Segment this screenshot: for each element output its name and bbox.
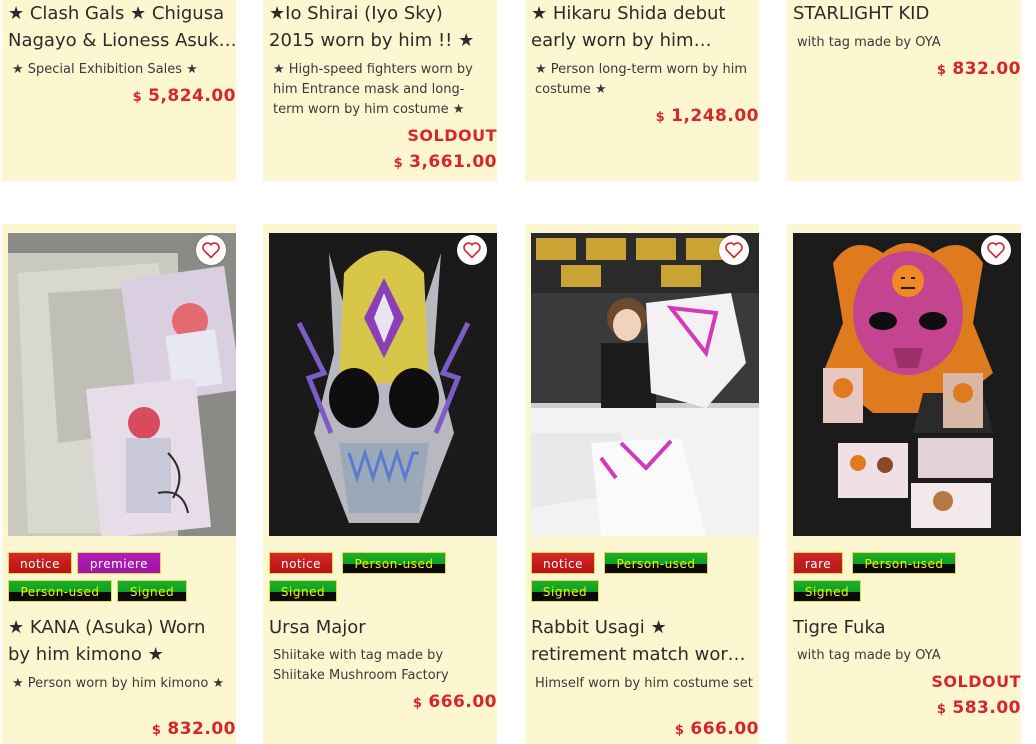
product-price: $583.00 [936, 698, 1021, 718]
tag-notice: notice [531, 552, 595, 574]
tag-person-used: Person-used [852, 552, 956, 574]
product-description: Shiitake with tag made by Shiitake Mushr… [273, 648, 449, 683]
product-card-3[interactable]: ★ Hikaru Shida debut early worn by him C… [525, 0, 759, 181]
product-card-4[interactable]: STARLIGHT KID with tag made by OYA $832.… [787, 0, 1021, 181]
costume-photo [531, 233, 759, 536]
tag-signed: Signed [793, 580, 861, 602]
heart-outline-icon [202, 242, 220, 259]
product-price: $832.00 [936, 59, 1021, 79]
product-card-1[interactable]: ★ Clash Gals ★ Chigusa Nagayo & Lioness … [2, 0, 236, 181]
product-image[interactable] [793, 233, 1021, 536]
tag-signed: Signed [117, 580, 187, 602]
tag-signed: Signed [531, 580, 599, 602]
product-card-rabbit-usagi[interactable]: notice Person-used Signed Rabbit Usagi ★… [525, 224, 759, 744]
tag-notice: notice [8, 552, 72, 574]
tag-signed: Signed [269, 580, 337, 602]
product-description: ★ Person worn by him kimono ★ [12, 676, 225, 691]
product-price: $5,824.00 [132, 86, 236, 106]
heart-outline-icon [463, 242, 481, 259]
product-title[interactable]: Tigre Fuka [793, 614, 1017, 641]
tag-notice: notice [269, 552, 333, 574]
soldout-label: SOLDOUT [931, 672, 1021, 691]
product-price: $666.00 [674, 719, 759, 739]
product-card-2[interactable]: ★Io Shirai (Iyo Sky) 2015 worn by him !!… [263, 0, 497, 181]
product-image[interactable] [269, 233, 497, 536]
product-description: with tag made by OYA [797, 35, 941, 50]
product-card-ursa-major[interactable]: notice Person-used Signed Ursa Major Shi… [263, 224, 497, 744]
product-price: $832.00 [151, 719, 236, 739]
product-description: Himself worn by him costume set [535, 676, 753, 691]
tag-rare: rare [793, 552, 843, 574]
kimono-photo [8, 233, 236, 536]
product-price: $1,248.00 [655, 106, 759, 126]
mask-photo [269, 233, 497, 536]
product-card-kana[interactable]: notice premiere Person-used Signed ★ KAN… [2, 224, 236, 744]
product-description: ★ Special Exhibition Sales ★ [12, 62, 198, 77]
heart-outline-icon [987, 242, 1005, 259]
tag-person-used: Person-used [604, 552, 708, 574]
product-price: $666.00 [412, 692, 497, 712]
favorite-button[interactable] [196, 235, 226, 265]
tag-premiere: premiere [77, 552, 161, 574]
product-title[interactable]: Ursa Major [269, 614, 493, 641]
product-title[interactable]: Rabbit Usagi ★ retirement match worn by … [531, 614, 755, 668]
product-image[interactable] [531, 233, 759, 536]
product-title[interactable]: ★ KANA (Asuka) Worn by him kimono ★ [8, 614, 232, 668]
favorite-button[interactable] [457, 235, 487, 265]
product-description: ★ High-speed fighters worn by him Entran… [273, 62, 473, 117]
product-image[interactable] [8, 233, 236, 536]
tiger-mask-photo [793, 233, 1021, 536]
tag-person-used: Person-used [342, 552, 446, 574]
favorite-button[interactable] [981, 235, 1011, 265]
heart-outline-icon [725, 242, 743, 259]
product-title[interactable]: ★ Clash Gals ★ Chigusa Nagayo & Lioness … [8, 0, 236, 54]
soldout-label: SOLDOUT [407, 126, 497, 145]
product-description: ★ Person long-term worn by him costume ★ [535, 62, 748, 97]
product-title[interactable]: STARLIGHT KID [793, 0, 1017, 27]
favorite-button[interactable] [719, 235, 749, 265]
tag-person-used: Person-used [8, 580, 112, 602]
product-price: $3,661.00 [393, 152, 497, 172]
product-title[interactable]: ★Io Shirai (Iyo Sky) 2015 worn by him !!… [269, 0, 493, 54]
product-description: with tag made by OYA [797, 648, 941, 663]
product-card-tigre-fuka[interactable]: rare Person-used Signed Tigre Fuka with … [787, 224, 1021, 744]
product-title[interactable]: ★ Hikaru Shida debut early worn by him C… [531, 0, 755, 54]
